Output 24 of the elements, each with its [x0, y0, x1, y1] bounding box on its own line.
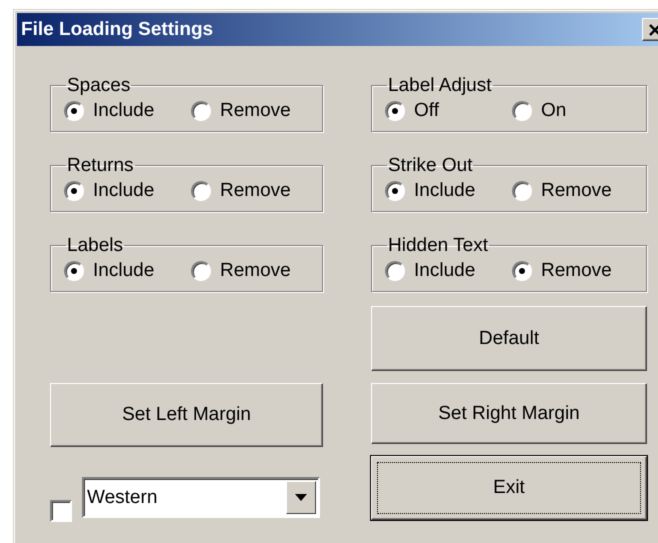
option-label: On: [541, 100, 566, 122]
window-title: File Loading Settings: [21, 18, 214, 40]
dropdown-field[interactable]: Western: [82, 477, 320, 518]
group-label: Spaces: [66, 76, 132, 95]
push-button[interactable]: Set Left Margin: [50, 383, 323, 447]
push-button[interactable]: Exit: [371, 456, 647, 520]
group-label: Labels: [66, 236, 124, 255]
option-label: Remove: [541, 260, 612, 282]
group-label: Strike Out: [387, 156, 474, 175]
group-label: Label Adjust: [387, 76, 493, 95]
option-label: Include: [93, 180, 154, 202]
option-label: Remove: [220, 260, 291, 282]
group-label: Returns: [66, 156, 135, 175]
option-label: Include: [414, 260, 476, 282]
option-label: Include: [93, 260, 154, 282]
option-label: Include: [93, 100, 154, 122]
group-label: Hidden Text: [387, 236, 489, 255]
option-label: Remove: [220, 100, 291, 122]
option-label: Off: [414, 100, 439, 122]
option-label: Remove: [541, 180, 612, 202]
option-label: Remove: [220, 180, 291, 202]
option-label: Include: [414, 180, 476, 202]
push-button[interactable]: Default: [371, 306, 647, 371]
push-button[interactable]: Set Right Margin: [371, 383, 647, 444]
